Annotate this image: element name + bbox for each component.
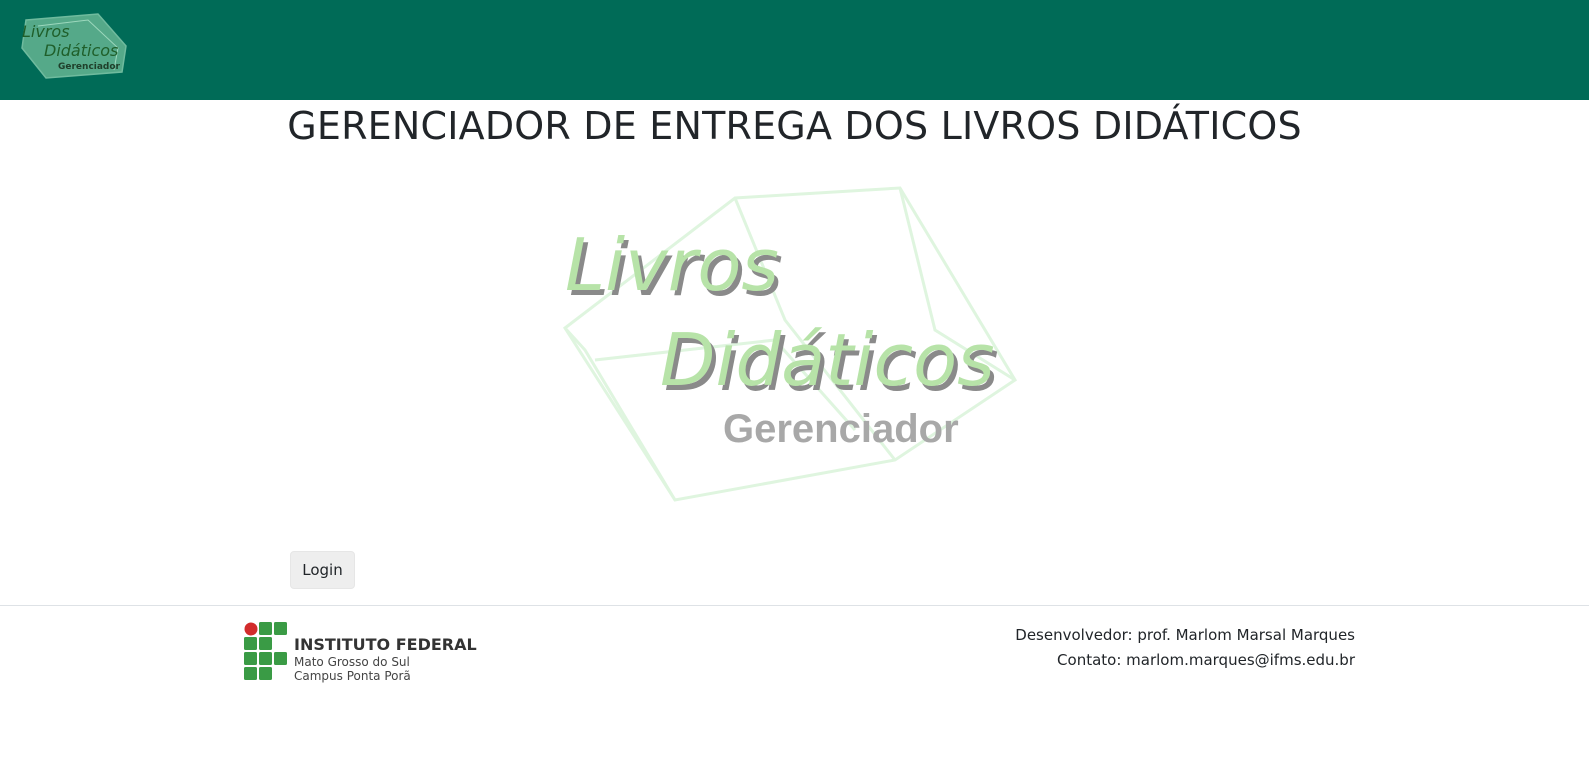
hero-text-line3: Gerenciador <box>723 407 959 451</box>
login-button[interactable]: Login <box>290 551 355 589</box>
brand-logo-line3: Gerenciador <box>58 62 121 72</box>
footer-divider <box>0 605 1589 606</box>
top-navbar: Livros Didáticos Gerenciador <box>0 0 1589 100</box>
if-logo-name: INSTITUTO FEDERAL <box>294 635 477 654</box>
developer-info: Desenvolvedor: prof. Marlom Marsal Marqu… <box>1015 623 1355 673</box>
if-logo-state: Mato Grosso do Sul <box>294 655 410 669</box>
hero-text-line2: Didáticos <box>660 318 995 402</box>
if-logo-red-circle <box>244 622 258 636</box>
developer-contact: Contato: marlom.marques@ifms.edu.br <box>1057 651 1355 669</box>
hero-text-line1: Livros <box>565 223 779 307</box>
developer-name: Desenvolvedor: prof. Marlom Marsal Marqu… <box>1015 626 1355 644</box>
if-logo-campus: Campus Ponta Porã <box>294 669 411 683</box>
brand-logo-line2: Didáticos <box>44 41 118 60</box>
instituto-federal-logo: INSTITUTO FEDERAL Mato Grosso do Sul Cam… <box>244 622 477 683</box>
brand-logo[interactable]: Livros Didáticos Gerenciador <box>18 12 130 80</box>
hero-logo-image: Livros Livros Didáticos Didáticos Gerenc… <box>562 186 1018 502</box>
page-title: GERENCIADOR DE ENTREGA DOS LIVROS DIDÁTI… <box>287 104 1302 148</box>
brand-logo-line1: Livros <box>22 22 70 41</box>
